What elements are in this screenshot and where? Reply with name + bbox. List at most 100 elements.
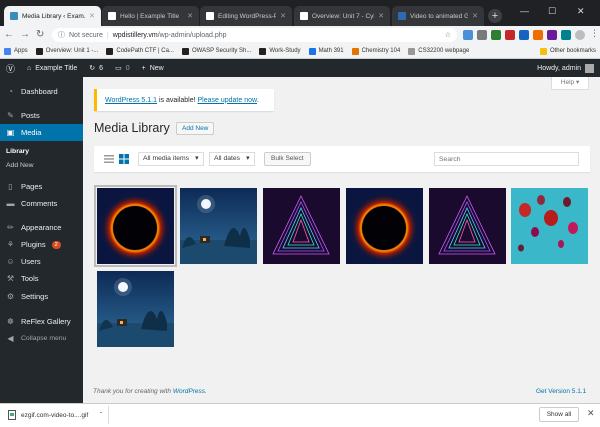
help-tab-button[interactable]: Help ▾ [551, 77, 589, 90]
wordpress-link[interactable]: WordPress [173, 388, 205, 395]
minimize-button[interactable]: — [520, 6, 529, 16]
new-content-link[interactable]: + New [136, 59, 170, 77]
sidebar-item-dashboard[interactable]: ◔ Dashboard [0, 83, 83, 100]
media-tile-neon-triangle-1[interactable] [263, 188, 340, 264]
media-tile-neon-triangle-2[interactable] [429, 188, 506, 264]
bookmark-icon [35, 47, 43, 55]
extension-icon[interactable] [547, 30, 557, 40]
star-icon[interactable]: ☆ [445, 31, 451, 39]
reload-icon[interactable]: ↻ [36, 28, 44, 42]
bulk-select-button[interactable]: Bulk Select [264, 152, 311, 166]
extension-icon[interactable] [505, 30, 515, 40]
extension-icon[interactable] [533, 30, 543, 40]
info-icon[interactable]: ⓘ [58, 30, 65, 40]
sidebar-item-reflex-gallery[interactable]: ☸ ReFlex Gallery [0, 313, 83, 330]
sidebar-item-comments[interactable]: ▬ Comments [0, 195, 83, 212]
favicon-icon [300, 12, 308, 20]
date-filter[interactable]: All dates ▾ [209, 152, 255, 166]
add-new-button[interactable]: Add New [176, 122, 215, 135]
sidebar-item-pages[interactable]: ▯ Pages [0, 178, 83, 195]
bookmark-item[interactable]: Overview: Unit 1 -... [35, 47, 98, 55]
close-icon[interactable]: ✕ [587, 408, 595, 419]
media-tile-moon-tree-1[interactable] [180, 188, 257, 264]
tab-3[interactable]: Overview: Unit 7 - Cyb...✕ [294, 6, 390, 26]
bookmark-item[interactable]: Apps [4, 47, 28, 55]
submenu-item-library[interactable]: Library [6, 148, 29, 155]
thumbnail-image [180, 188, 257, 264]
bookmark-item[interactable]: Work-Study [259, 47, 301, 55]
bookmark-item[interactable]: OWASP Security Sh... [181, 47, 251, 55]
media-type-filter[interactable]: All media items ▾ [138, 152, 204, 166]
close-window-button[interactable]: ✕ [577, 6, 585, 17]
sidebar-item-tools[interactable]: ⚒ Tools [0, 270, 83, 287]
update-now-link[interactable]: Please update now [197, 97, 257, 104]
other-bookmarks[interactable]: Other bookmarks [539, 47, 600, 55]
media-tile-eclipse-1[interactable] [94, 185, 177, 267]
extension-icon[interactable] [561, 30, 571, 40]
extension-icon[interactable] [519, 30, 529, 40]
close-tab-icon[interactable]: ✕ [89, 12, 95, 20]
bookmark-icon [4, 47, 11, 55]
folder-icon [539, 47, 547, 55]
bookmark-icon [259, 47, 267, 55]
wp-admin-bar: Ⓥ ⌂ Example Title ↻ 6 ▭ 0 + New Howdy, admin [0, 59, 600, 77]
sidebar-item-plugins[interactable]: ⚘ Plugins 2 [0, 236, 83, 253]
comment-icon: ▬ [6, 199, 15, 208]
comments-link[interactable]: ▭ 0 [109, 59, 136, 77]
sidebar-item-media[interactable]: ▣ Media [0, 124, 83, 141]
extension-icon[interactable] [477, 30, 487, 40]
close-tab-icon[interactable]: ✕ [378, 12, 384, 20]
address-bar[interactable]: ⓘ Not secure | wpdistillery.vm/wp-admin/… [52, 28, 457, 42]
sidebar-item-settings[interactable]: ⚙ Settings [0, 288, 83, 305]
new-tab-button[interactable]: + [488, 9, 502, 23]
media-tile-eclipse-2[interactable] [346, 188, 423, 264]
admin-sidebar: ◔ Dashboard ✎ Posts ▣ Media ▯ Pages ▬ Comments ✏ Ap… [0, 77, 83, 403]
download-item[interactable]: ezgif.com-video-to....gif ˆ [8, 407, 102, 423]
profile-icon[interactable] [575, 30, 585, 40]
bookmark-icon [351, 47, 359, 55]
tab-0[interactable]: Media Library ‹ Exam... ✕ [4, 6, 101, 26]
grid-view-icon[interactable] [119, 154, 129, 164]
gallery-icon: ☸ [6, 317, 15, 326]
media-tile-balloons[interactable] [511, 188, 588, 264]
brush-icon: ✏ [7, 223, 14, 232]
account-menu[interactable]: Howdy, admin [531, 59, 600, 77]
back-icon[interactable]: ← [4, 28, 14, 42]
close-tab-icon[interactable]: ✕ [472, 12, 478, 20]
chevron-up-icon[interactable]: ˆ [100, 412, 102, 419]
close-tab-icon[interactable]: ✕ [187, 12, 193, 20]
search-input[interactable] [434, 152, 579, 166]
extension-icon[interactable] [463, 30, 473, 40]
media-tile-moon-tree-2[interactable] [97, 271, 174, 347]
get-version-link[interactable]: Get Version 5.1.1 [536, 388, 586, 395]
tab-4[interactable]: Video to animated GI...✕ [392, 6, 484, 26]
bookmark-item[interactable]: Chemistry 104 [351, 47, 400, 55]
show-all-button[interactable]: Show all [539, 407, 579, 422]
pin-icon: ✎ [7, 111, 14, 120]
close-tab-icon[interactable]: ✕ [280, 12, 286, 20]
bookmark-item[interactable]: Math 391 [308, 47, 344, 55]
wp-logo-icon[interactable]: Ⓥ [0, 59, 21, 77]
favicon-icon [108, 12, 116, 20]
submenu-item-add-new[interactable]: Add New [6, 162, 34, 169]
footer-credit: Thank you for creating with WordPress. [93, 388, 207, 395]
chevron-down-icon: ▾ [246, 155, 250, 162]
favicon-icon [398, 12, 406, 20]
site-name-link[interactable]: ⌂ Example Title [21, 59, 83, 77]
wordpress-version-link[interactable]: WordPress 5.1.1 [105, 97, 157, 104]
sidebar-item-posts[interactable]: ✎ Posts [0, 107, 83, 124]
sidebar-item-collapse-menu[interactable]: ◀ Collapse menu [0, 330, 83, 347]
tab-1[interactable]: Hello | Example Title ✕ [102, 6, 199, 26]
plug-icon: ⚘ [6, 240, 15, 249]
bookmark-item[interactable]: CS32200 webpage [408, 47, 469, 55]
sidebar-item-users[interactable]: ☺ Users [0, 253, 83, 270]
forward-icon[interactable]: → [20, 28, 30, 42]
maximize-button[interactable]: ☐ [548, 6, 556, 17]
updates-link[interactable]: ↻ 6 [83, 59, 109, 77]
tab-2[interactable]: Editing WordPress-Pr...✕ [200, 6, 292, 26]
list-view-icon[interactable] [104, 154, 114, 164]
bookmark-item[interactable]: CodePath CTF | Ca... [106, 47, 174, 55]
extension-icon[interactable] [491, 30, 501, 40]
sidebar-item-appearance[interactable]: ✏ Appearance [0, 219, 83, 236]
menu-icon[interactable]: ⋮ [590, 28, 599, 39]
